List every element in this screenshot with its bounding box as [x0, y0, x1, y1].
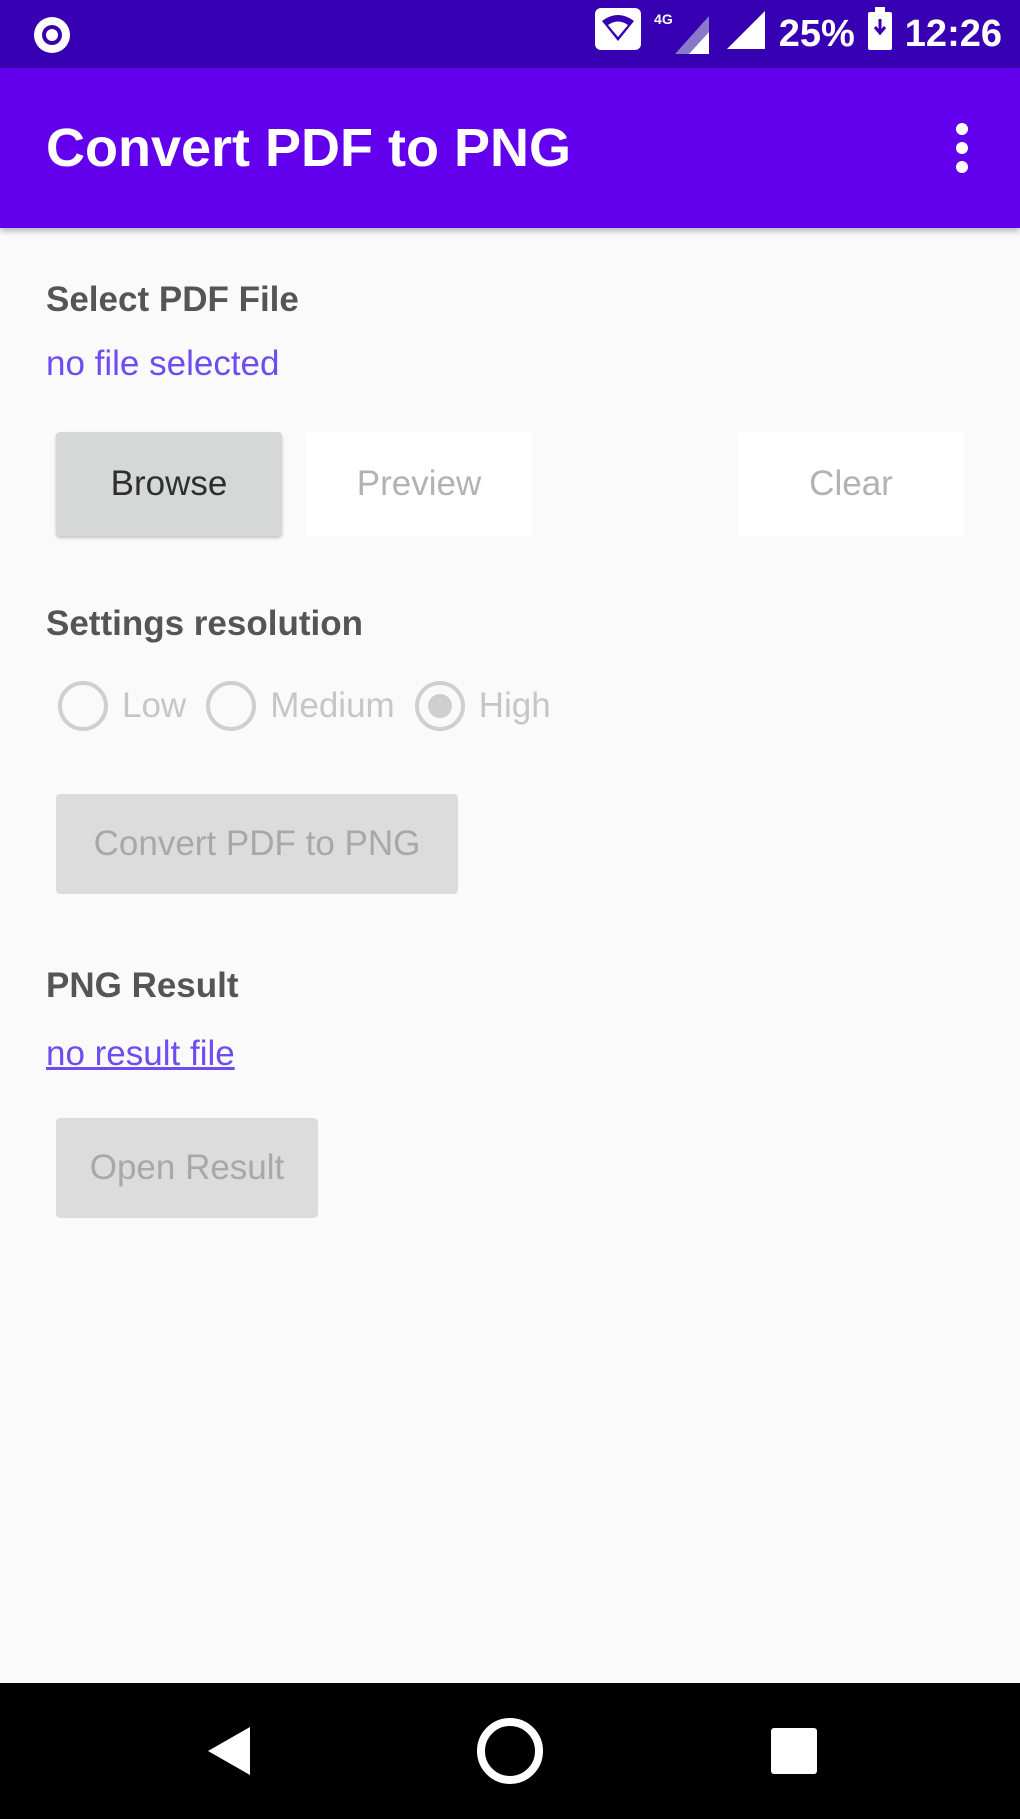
- radio-high-label: High: [478, 686, 551, 725]
- network-type-label: 4G: [654, 11, 673, 27]
- preview-button[interactable]: Preview: [306, 432, 532, 536]
- radio-low-label: Low: [122, 686, 187, 725]
- png-result-label: PNG Result: [46, 966, 239, 1005]
- radio-button-selected-icon: [414, 681, 465, 731]
- clear-button[interactable]: Clear: [738, 432, 964, 536]
- app-title: Convert PDF to PNG: [46, 118, 572, 178]
- wifi-icon: [594, 7, 642, 61]
- recents-icon[interactable]: [754, 1711, 834, 1791]
- file-status-text: no file selected: [46, 344, 280, 383]
- radio-button-icon: [58, 681, 108, 731]
- status-icons: 4G 25% 12:26: [594, 7, 1002, 61]
- resolution-radio-group: Low Medium High: [58, 674, 571, 738]
- navigation-bar: [0, 1683, 1020, 1819]
- back-icon[interactable]: [188, 1711, 268, 1791]
- open-result-button[interactable]: Open Result: [56, 1118, 318, 1218]
- radio-medium-label: Medium: [270, 686, 395, 725]
- radio-button-icon: [206, 681, 257, 731]
- clock: 12:26: [904, 12, 1002, 55]
- more-vert-icon[interactable]: [934, 116, 990, 180]
- mobile-data-icon: 4G: [654, 12, 711, 56]
- radio-low[interactable]: Low: [58, 681, 186, 731]
- select-pdf-label: Select PDF File: [46, 280, 299, 319]
- radio-medium[interactable]: Medium: [206, 681, 395, 731]
- browse-button[interactable]: Browse: [56, 432, 282, 536]
- app-bar: Convert PDF to PNG: [0, 68, 1020, 228]
- notification-icon: [32, 15, 72, 60]
- battery-icon: [867, 7, 893, 61]
- signal-icon: [723, 7, 767, 61]
- main-content: Select PDF File no file selected Browse …: [0, 228, 1020, 1683]
- settings-resolution-label: Settings resolution: [46, 604, 363, 643]
- status-bar: 4G 25% 12:26: [0, 0, 1020, 68]
- result-file-link[interactable]: no result file: [46, 1034, 235, 1074]
- radio-high[interactable]: High: [414, 681, 551, 731]
- home-icon[interactable]: [470, 1711, 550, 1791]
- battery-percent: 25%: [778, 12, 855, 55]
- convert-button[interactable]: Convert PDF to PNG: [56, 794, 458, 894]
